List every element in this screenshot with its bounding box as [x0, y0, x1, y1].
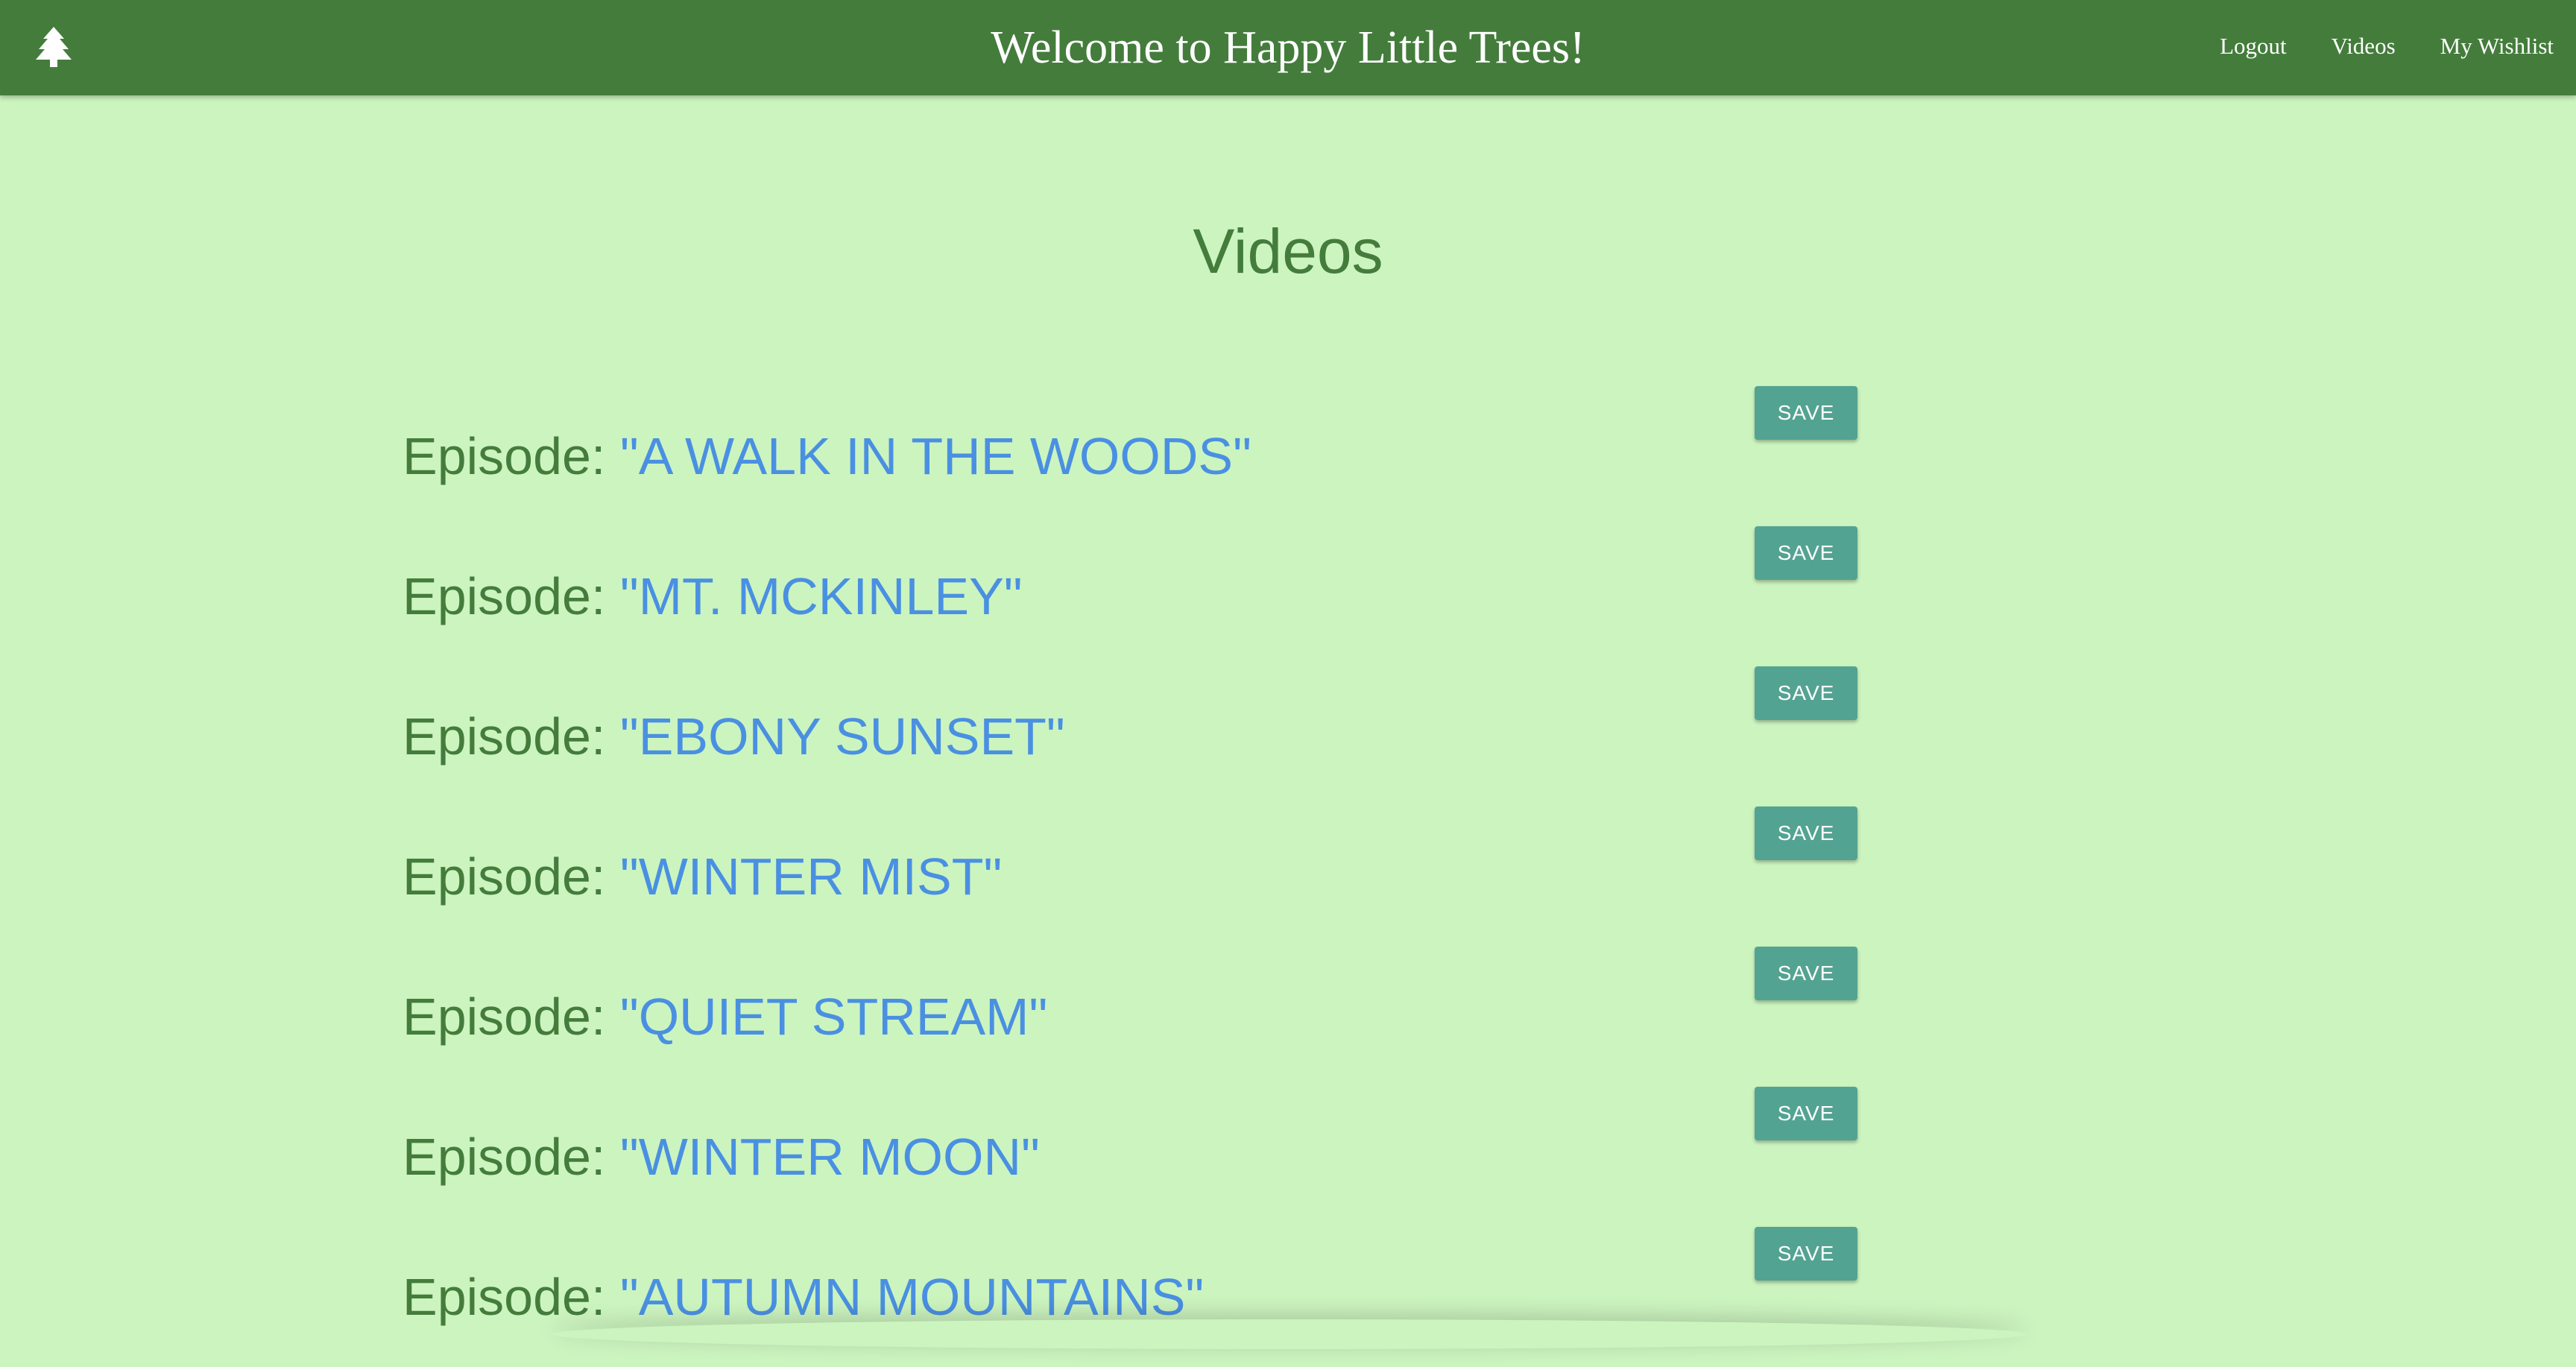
episode-prefix: Episode:: [402, 847, 620, 906]
list-item: Episode: "WINTER MOON" SAVE: [0, 1087, 2576, 1227]
episode-name: "A WALK IN THE WOODS": [619, 427, 1251, 485]
list-item: Episode: "MT. MCKINLEY" SAVE: [0, 526, 2576, 666]
episode-title: Episode: "WINTER MIST": [402, 842, 1002, 911]
video-list: Episode: "A WALK IN THE WOODS" SAVE Epis…: [0, 0, 2576, 1333]
save-button[interactable]: SAVE: [1755, 947, 1857, 1000]
list-item: Episode: "EBONY SUNSET" SAVE: [0, 666, 2576, 806]
episode-prefix: Episode:: [402, 427, 620, 485]
episode-name: "AUTUMN MOUNTAINS": [619, 1268, 1205, 1326]
save-button[interactable]: SAVE: [1755, 526, 1857, 580]
episode-name: "WINTER MIST": [619, 847, 1003, 906]
save-button[interactable]: SAVE: [1755, 806, 1857, 860]
episode-title: Episode: "MT. MCKINLEY": [402, 562, 1023, 631]
episode-title: Episode: "A WALK IN THE WOODS": [402, 422, 1251, 490]
episode-name: "WINTER MOON": [619, 1128, 1040, 1186]
episode-prefix: Episode:: [402, 567, 620, 625]
episode-title: Episode: "WINTER MOON": [402, 1123, 1040, 1191]
episode-name: "QUIET STREAM": [619, 988, 1048, 1046]
episode-prefix: Episode:: [402, 707, 620, 765]
episode-prefix: Episode:: [402, 1268, 620, 1326]
bottom-card-shadow: [552, 1319, 2027, 1349]
episode-prefix: Episode:: [402, 1128, 620, 1186]
episode-prefix: Episode:: [402, 988, 620, 1046]
save-button[interactable]: SAVE: [1755, 1087, 1857, 1140]
episode-title: Episode: "QUIET STREAM": [402, 982, 1047, 1051]
list-item: Episode: "QUIET STREAM" SAVE: [0, 947, 2576, 1087]
episode-name: "MT. MCKINLEY": [619, 567, 1023, 625]
save-button[interactable]: SAVE: [1755, 1227, 1857, 1281]
episode-name: "EBONY SUNSET": [619, 707, 1065, 765]
save-button[interactable]: SAVE: [1755, 386, 1857, 440]
list-item: Episode: "WINTER MIST" SAVE: [0, 806, 2576, 947]
list-item: Episode: "A WALK IN THE WOODS" SAVE: [0, 386, 2576, 526]
save-button[interactable]: SAVE: [1755, 666, 1857, 720]
episode-title: Episode: "EBONY SUNSET": [402, 702, 1065, 771]
